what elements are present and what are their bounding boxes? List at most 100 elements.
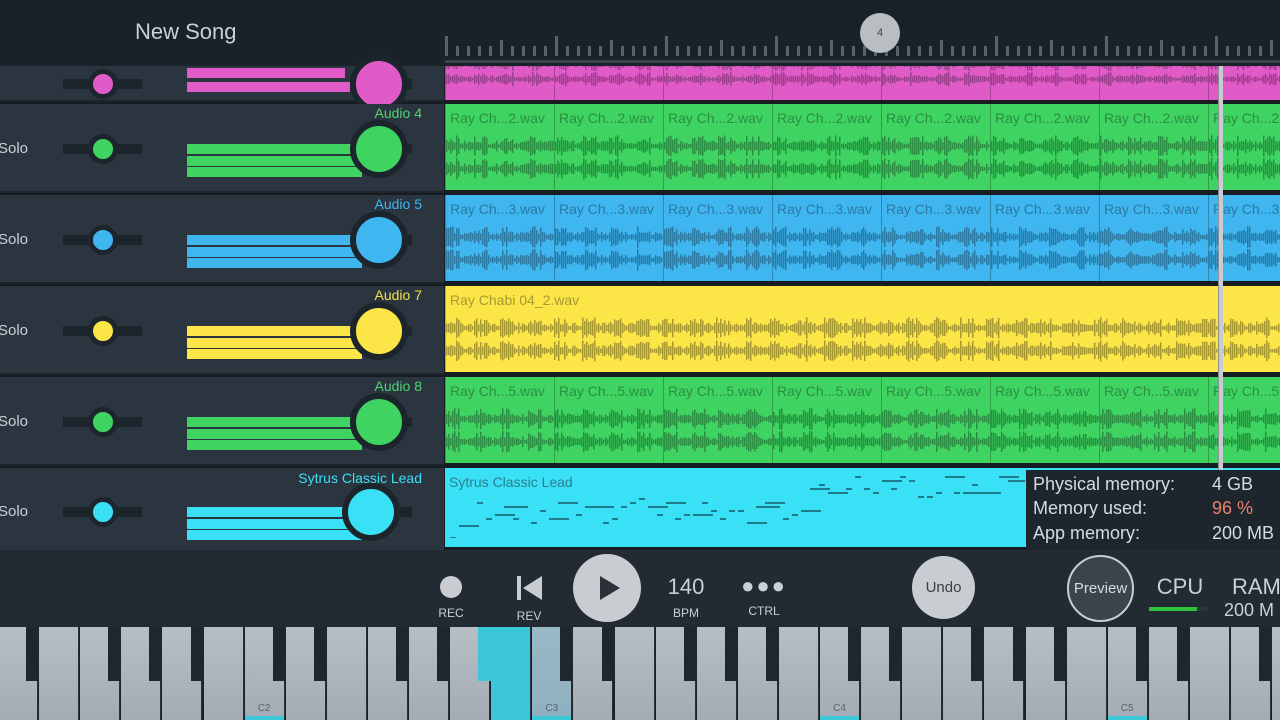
volume-knob[interactable]: [350, 119, 408, 178]
volume-knob[interactable]: [342, 483, 400, 541]
clip-name: Ray Ch...2.wav: [450, 110, 545, 126]
audio-clip[interactable]: Ray Ch...2.wav: [990, 104, 1099, 190]
ruler-tick: [599, 46, 602, 56]
playhead[interactable]: [1218, 66, 1223, 470]
pan-knob[interactable]: [88, 406, 118, 437]
ruler-tick: [1171, 46, 1174, 56]
white-key[interactable]: [491, 627, 532, 720]
ruler-tick: [1116, 46, 1119, 56]
white-key[interactable]: [1272, 627, 1280, 720]
audio-clip[interactable]: Ray Ch...2.wav: [445, 104, 554, 190]
audio-clip[interactable]: [663, 66, 772, 100]
track-lane[interactable]: Ray Chabi 04_2.wav: [445, 286, 1280, 372]
skip-back-icon: [517, 576, 542, 600]
solo-button[interactable]: Solo: [0, 231, 28, 248]
audio-clip[interactable]: Ray Ch...3.wav: [445, 195, 554, 281]
rev-button[interactable]: REV: [512, 576, 546, 623]
audio-clip[interactable]: Ray Ch...3.wav: [1099, 195, 1208, 281]
solo-button[interactable]: Solo: [0, 413, 28, 430]
white-key[interactable]: [203, 627, 244, 720]
audio-clip[interactable]: [881, 66, 990, 100]
audio-clip[interactable]: Ray Ch...5.wav: [881, 377, 990, 463]
waveform: [555, 66, 663, 87]
level-meter: [187, 325, 352, 336]
audio-clip[interactable]: [445, 66, 554, 100]
track-name[interactable]: Audio 8: [375, 378, 422, 394]
ctrl-button[interactable]: ●●● CTRL: [740, 575, 788, 619]
cpu-meter: [1149, 607, 1209, 611]
audio-clip[interactable]: Ray Ch...3.wav: [554, 195, 663, 281]
preview-button[interactable]: Preview: [1067, 555, 1134, 622]
audio-clip[interactable]: Ray Ch...3.wav: [881, 195, 990, 281]
white-key[interactable]: [326, 627, 367, 720]
audio-clip[interactable]: Ray Ch...5.wav: [445, 377, 554, 463]
track-lane[interactable]: Ray Ch...2.wav Ray Ch...2.wav Ray Ch...2.w…: [445, 104, 1280, 190]
white-key[interactable]: [1066, 627, 1107, 720]
ruler-tick: [1138, 46, 1141, 56]
ruler-tick: [951, 46, 954, 56]
audio-clip[interactable]: Ray Ch...3.wav: [990, 195, 1099, 281]
track-name[interactable]: Audio 4: [375, 105, 422, 121]
track-lane[interactable]: Ray Ch...3.wav Ray Ch...3.wav Ray Ch...3.w…: [445, 195, 1280, 281]
track-lane[interactable]: Ray Ch...5.wav Ray Ch...5.wav Ray Ch...5.w…: [445, 377, 1280, 463]
rec-button[interactable]: REC: [436, 576, 466, 620]
level-meter: [187, 337, 362, 348]
white-key[interactable]: [1189, 627, 1230, 720]
solo-button[interactable]: Solo: [0, 322, 28, 339]
volume-knob[interactable]: [350, 301, 408, 360]
play-button[interactable]: [573, 554, 641, 622]
audio-clip[interactable]: [1099, 66, 1208, 100]
pattern-clip[interactable]: Sytrus Classic Lead: [445, 468, 1025, 547]
volume-knob[interactable]: [350, 392, 408, 451]
clip-name: Ray Ch...2.wav: [777, 110, 872, 126]
ruler-tick: [665, 36, 668, 56]
level-meter: [187, 439, 362, 450]
audio-clip[interactable]: Ray Ch...5.wav: [554, 377, 663, 463]
pan-knob[interactable]: [88, 133, 118, 164]
white-key[interactable]: [778, 627, 819, 720]
pan-knob[interactable]: [88, 497, 118, 527]
ruler-tick: [1226, 46, 1229, 56]
audio-clip[interactable]: Ray Ch...2.wav: [1099, 104, 1208, 190]
white-key[interactable]: [614, 627, 655, 720]
audio-clip[interactable]: Ray Ch...2.wav: [881, 104, 990, 190]
ruler-tick: [984, 46, 987, 56]
ruler-tick: [775, 36, 778, 56]
audio-clip[interactable]: Ray Ch...5.wav: [663, 377, 772, 463]
piano-keyboard[interactable]: C2 C3 C4 C5: [0, 627, 1280, 720]
white-key[interactable]: [39, 627, 80, 720]
pan-knob[interactable]: [88, 69, 118, 99]
audio-clip[interactable]: Ray Ch...2.wav: [772, 104, 881, 190]
pan-knob[interactable]: [88, 224, 118, 255]
timeline-scrollbar[interactable]: [445, 60, 1280, 63]
volume-knob[interactable]: [350, 210, 408, 269]
tempo-button[interactable]: 140 BPM: [660, 574, 712, 620]
audio-clip[interactable]: Ray Ch...2.wav: [554, 104, 663, 190]
audio-clip[interactable]: [990, 66, 1099, 100]
bar-marker[interactable]: 4: [860, 13, 900, 53]
white-key[interactable]: [902, 627, 943, 720]
level-meter: [187, 530, 362, 540]
pan-knob[interactable]: [88, 315, 118, 346]
audio-clip[interactable]: Ray Ch...3.wav: [663, 195, 772, 281]
track-name[interactable]: Audio 7: [375, 287, 422, 303]
audio-clip[interactable]: Ray Ch...5.wav: [990, 377, 1099, 463]
audio-clip[interactable]: Ray Ch...5.wav: [772, 377, 881, 463]
clip-name: Ray Ch...2.wav: [1104, 110, 1199, 126]
solo-button[interactable]: Solo: [0, 140, 28, 157]
audio-clip[interactable]: Ray Chabi 04_2.wav: [445, 286, 1280, 372]
track-name[interactable]: Sytrus Classic Lead: [298, 470, 422, 486]
song-title[interactable]: New Song: [135, 19, 237, 45]
track-lane[interactable]: [445, 66, 1280, 100]
audio-clip[interactable]: [554, 66, 663, 100]
audio-clip[interactable]: Ray Ch...3.wav: [772, 195, 881, 281]
solo-button[interactable]: Solo: [0, 503, 28, 520]
audio-clip[interactable]: [772, 66, 881, 100]
level-meter: [187, 155, 362, 166]
track-name[interactable]: Audio 5: [375, 196, 422, 212]
undo-button[interactable]: Undo: [912, 556, 975, 619]
volume-rail[interactable]: [400, 507, 412, 517]
audio-clip[interactable]: Ray Ch...5.wav: [1099, 377, 1208, 463]
audio-clip[interactable]: Ray Ch...2.wav: [663, 104, 772, 190]
rev-label: REV: [516, 609, 542, 623]
